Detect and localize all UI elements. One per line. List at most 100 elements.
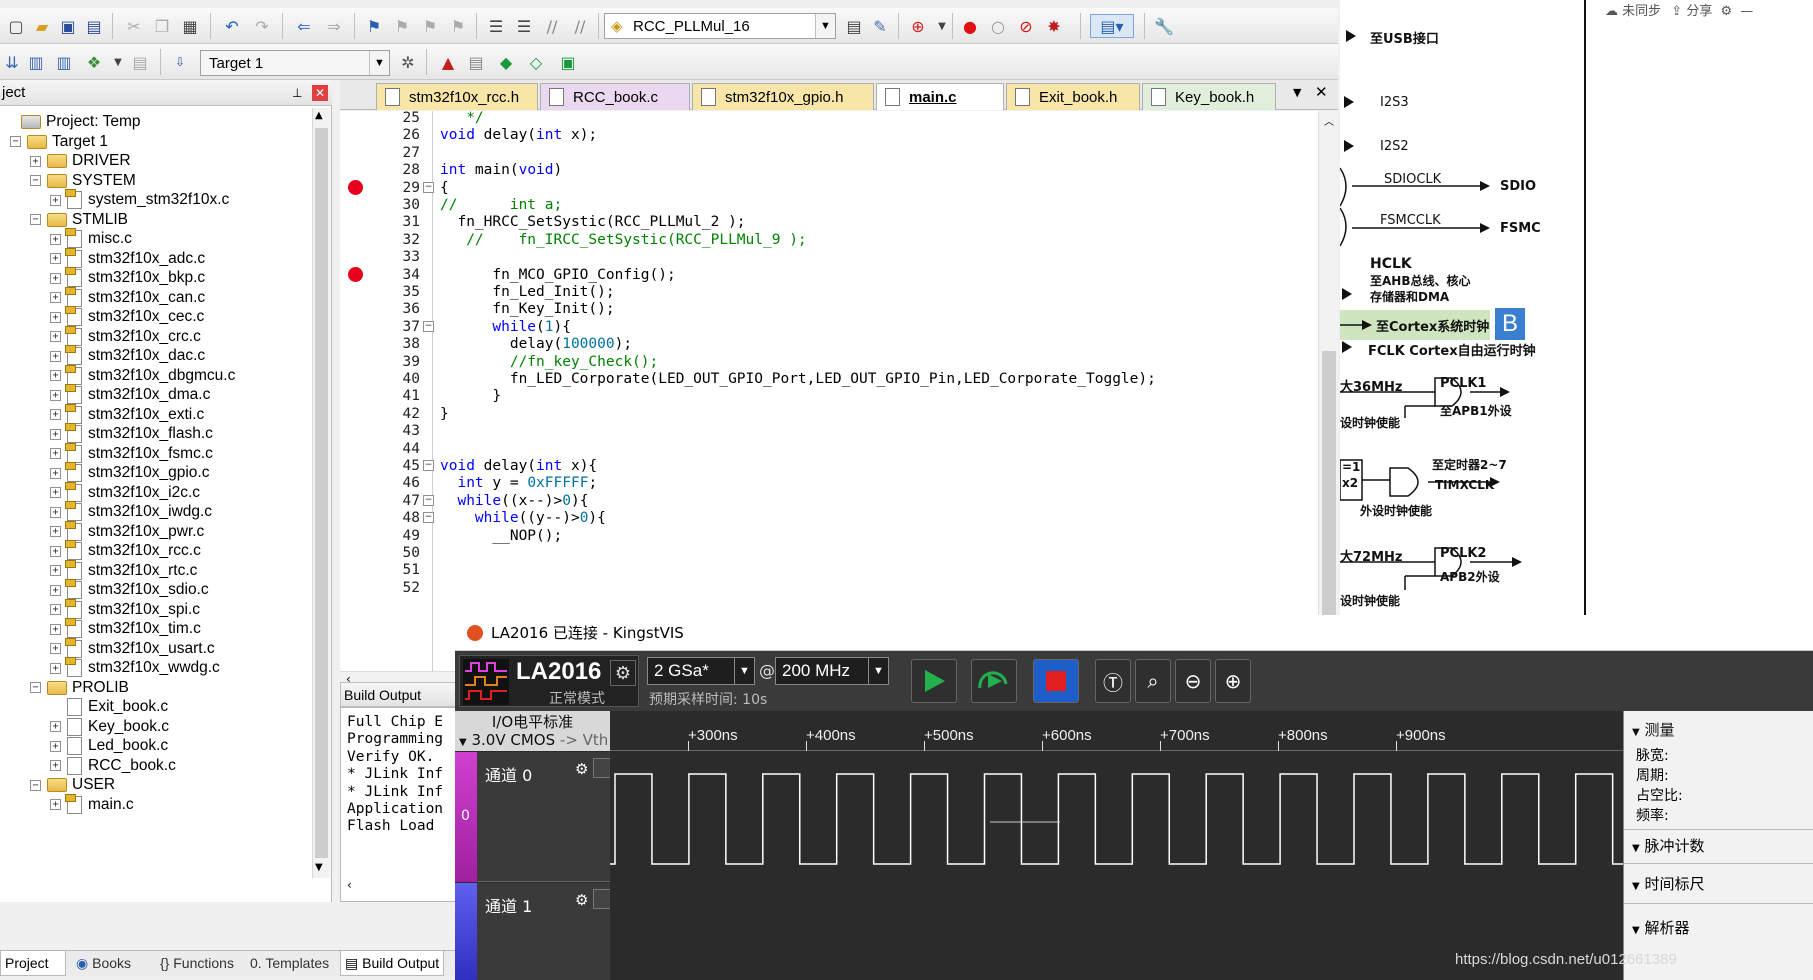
code-line[interactable]: int main(void)	[440, 160, 562, 180]
sync-icon[interactable]: ☁	[1605, 4, 1618, 19]
kingstvis-titlebar[interactable]: LA2016 已连接 - KingstVIS	[455, 615, 1813, 651]
tab-main-c[interactable]: main.c	[876, 83, 1004, 110]
open-folder-icon[interactable]: ▰	[30, 14, 54, 38]
fold-toggle-icon[interactable]: −	[423, 181, 434, 193]
expand-icon[interactable]: +	[50, 565, 61, 576]
code-line[interactable]: __NOP();	[440, 526, 562, 546]
decoder-section[interactable]: ▼ 解析器	[1632, 917, 1690, 938]
loop-start-button[interactable]	[971, 659, 1017, 703]
zoom-fit-button[interactable]: ⌕	[1135, 659, 1171, 703]
expand-icon[interactable]: +	[50, 233, 61, 245]
expand-icon[interactable]: +	[50, 643, 61, 654]
tab-key-book-h[interactable]: Key_book.h	[1142, 83, 1276, 110]
fold-toggle-icon[interactable]: −	[423, 320, 434, 332]
expand-icon[interactable]: +	[50, 662, 61, 674]
device-settings-icon[interactable]: ⚙	[610, 660, 636, 686]
bookmark-prev-icon[interactable]: ⚑	[390, 14, 414, 38]
cut-icon[interactable]: ✂	[122, 14, 146, 38]
tab-templates[interactable]: 0. Templates	[246, 951, 333, 976]
bookmark-next-icon[interactable]: ⚑	[418, 14, 442, 38]
tab-project[interactable]: Project	[0, 951, 66, 976]
code-line[interactable]: // fn_IRCC_SetSystic(RCC_PLLMul_9 );	[440, 230, 806, 250]
breakpoint-icon[interactable]	[348, 266, 363, 282]
rebuild-icon[interactable]: ▥	[52, 50, 76, 74]
new-file-icon[interactable]: ▢	[4, 14, 28, 38]
scroll-up-icon[interactable]: ▲	[315, 110, 323, 121]
target-options-icon[interactable]: ✲	[396, 50, 420, 74]
disable-breakpoints-icon[interactable]: ⊘	[1014, 14, 1038, 38]
minimize-icon[interactable]: —	[1740, 4, 1753, 19]
expand-icon[interactable]: +	[50, 272, 61, 284]
tab-functions[interactable]: {} Functions	[156, 951, 238, 976]
comment-icon[interactable]: //	[540, 14, 564, 38]
expand-icon[interactable]: +	[50, 740, 61, 752]
pack-installer-icon[interactable]: ◆	[494, 50, 518, 74]
bookmark-icon[interactable]: ⚑	[362, 14, 386, 38]
indent-icon[interactable]: ☰	[484, 14, 508, 38]
manage-project-icon[interactable]: ▲	[436, 50, 460, 74]
collapse-icon[interactable]: −	[30, 214, 41, 225]
expand-icon[interactable]: +	[50, 428, 61, 440]
debug-session-icon[interactable]: ⊕	[906, 14, 930, 38]
stop-build-icon[interactable]: ▼	[106, 50, 130, 74]
save-all-icon[interactable]: ▤	[82, 14, 106, 38]
expand-icon[interactable]: +	[50, 467, 61, 479]
time-ruler[interactable]: +300ns +400ns +500ns +600ns +700ns +800ns +900…	[610, 711, 1623, 751]
expand-icon[interactable]: +	[50, 253, 61, 264]
expand-icon[interactable]: +	[50, 721, 61, 732]
pin-icon[interactable]: ⊥	[292, 80, 302, 106]
code-line[interactable]: void delay(int x);	[440, 125, 597, 145]
expand-icon[interactable]: +	[50, 370, 61, 381]
manage-components-icon[interactable]: ▤	[464, 50, 488, 74]
expand-icon[interactable]: +	[50, 194, 61, 206]
build-output-pane[interactable]: Full Chip E Programming Verify OK. * JLink …	[340, 707, 458, 902]
insert-breakpoint-icon[interactable]: ●	[958, 14, 982, 38]
unindent-icon[interactable]: ☰	[512, 14, 536, 38]
expand-icon[interactable]: +	[50, 526, 61, 537]
redo-icon[interactable]: ↷	[250, 14, 274, 38]
code-editor[interactable]: 25 */26 void delay(int x); 27 28 int main(vo…	[340, 110, 1338, 689]
undo-icon[interactable]: ↶	[220, 14, 244, 38]
expand-icon[interactable]: +	[50, 448, 61, 459]
expand-icon[interactable]: +	[50, 584, 61, 596]
tab-exit-book-h[interactable]: Exit_book.h	[1006, 83, 1140, 110]
find-in-files-icon[interactable]: ▤	[842, 14, 866, 38]
start-button[interactable]	[911, 659, 957, 703]
forward-icon[interactable]: ⇒	[322, 14, 346, 38]
collapse-icon[interactable]: −	[10, 136, 21, 147]
find-combo[interactable]: ◈ RCC_PLLMul_16 ▼	[604, 13, 836, 39]
io-standard-select[interactable]: ▼ 3.0V CMOS -> Vth:1.50 V	[459, 731, 662, 749]
tab-stm32f10x-gpio-h[interactable]: stm32f10x_gpio.h	[692, 83, 874, 110]
scroll-left-icon[interactable]: ‹	[347, 878, 352, 892]
enable-breakpoint-icon[interactable]: ○	[986, 14, 1010, 38]
expand-icon[interactable]: +	[30, 155, 41, 167]
expand-icon[interactable]: +	[50, 409, 61, 420]
tree-scrollbar[interactable]: ▲ ▼	[312, 108, 330, 878]
settings-icon[interactable]: ⚙	[1721, 4, 1733, 19]
tab-list-dropdown-icon[interactable]: ▼	[1293, 86, 1301, 99]
zoom-in-button[interactable]: ⊕	[1215, 659, 1251, 703]
tab-books[interactable]: ◉ Books	[72, 951, 135, 976]
chevron-down-icon[interactable]: ▼	[868, 658, 888, 684]
expand-icon[interactable]: +	[50, 331, 61, 342]
download-load-icon[interactable]: ⇩	[168, 50, 192, 74]
sample-rate-select[interactable]: 200 MHz ▼	[775, 657, 889, 685]
pulse-count-section[interactable]: ▼ 脉冲计数	[1632, 835, 1705, 856]
code-line[interactable]: fn_LED_Corporate(LED_OUT_GPIO_Port,LED_O…	[440, 369, 1156, 389]
translate-icon[interactable]: ⇊	[0, 50, 24, 74]
configure-wrench-icon[interactable]: 🔧	[1152, 14, 1176, 38]
stop-button[interactable]	[1033, 659, 1079, 703]
expand-icon[interactable]: +	[50, 487, 61, 498]
collapse-icon[interactable]: −	[30, 682, 41, 693]
expand-icon[interactable]: +	[50, 799, 61, 810]
bookmark-clear-icon[interactable]: ⚑	[446, 14, 470, 38]
share-icon[interactable]: ⇪	[1671, 4, 1682, 19]
close-editor-icon[interactable]: ✕	[1315, 83, 1328, 101]
scroll-down-icon[interactable]: ▼	[315, 862, 323, 873]
chevron-down-icon[interactable]: ▼	[815, 14, 835, 38]
fold-toggle-icon[interactable]: −	[423, 494, 434, 506]
copy-icon[interactable]: ❐	[150, 14, 174, 38]
stop-icon[interactable]: ▤	[128, 50, 152, 74]
tab-stm32f10x-rcc-h[interactable]: stm32f10x_rcc.h	[376, 83, 538, 110]
expand-icon[interactable]: +	[50, 604, 61, 615]
